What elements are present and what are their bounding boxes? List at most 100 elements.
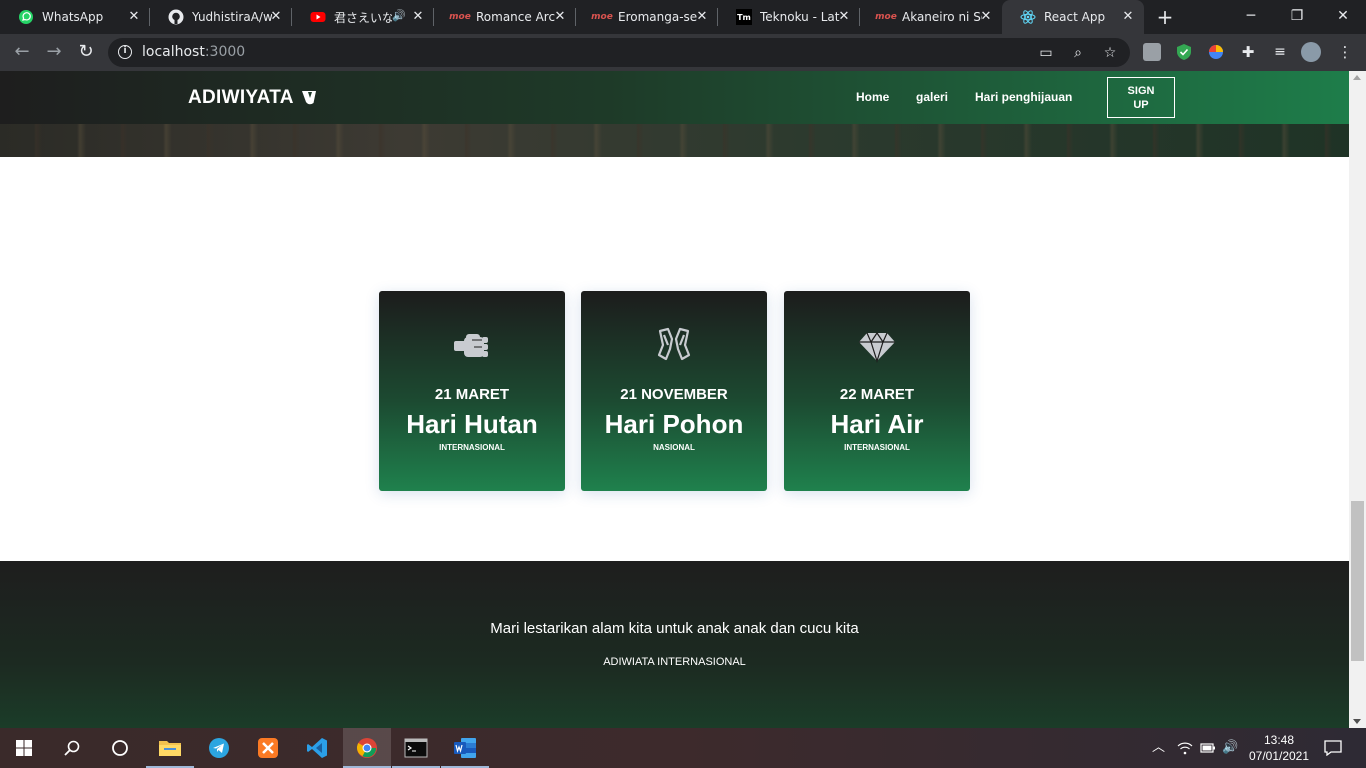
tab-youtube[interactable]: 君さえいなけ 🔊 ✕ bbox=[292, 0, 434, 34]
close-icon[interactable]: ✕ bbox=[1120, 9, 1136, 25]
forward-button[interactable]: → bbox=[44, 42, 64, 62]
back-button[interactable]: ← bbox=[12, 42, 32, 62]
search-button[interactable] bbox=[48, 728, 96, 768]
system-clock[interactable]: 13:48 07/01/2021 bbox=[1244, 732, 1314, 764]
close-icon[interactable]: ✕ bbox=[552, 9, 568, 25]
card-hari-air[interactable]: 22 MARET Hari Air INTERNASIONAL bbox=[784, 291, 970, 491]
scroll-down-arrow-icon[interactable] bbox=[1353, 719, 1361, 724]
close-icon[interactable]: ✕ bbox=[268, 9, 284, 25]
card-title: Hari Hutan bbox=[406, 409, 538, 439]
menu-kebab-icon[interactable]: ⋮ bbox=[1336, 43, 1354, 61]
tab-title: Teknoku - Late bbox=[760, 10, 840, 24]
fist-icon bbox=[454, 334, 488, 357]
close-icon[interactable]: ✕ bbox=[126, 9, 142, 25]
tab-whatsapp[interactable]: WhatsApp ✕ bbox=[0, 0, 150, 34]
shield-icon[interactable] bbox=[1175, 43, 1193, 61]
battery-icon[interactable] bbox=[1200, 728, 1216, 768]
wifi-icon[interactable] bbox=[1177, 728, 1193, 768]
url-host: localhost bbox=[142, 44, 205, 60]
close-icon[interactable]: ✕ bbox=[978, 9, 994, 25]
card-hari-hutan[interactable]: 21 MARET Hari Hutan INTERNASIONAL bbox=[379, 291, 565, 491]
extension-avatar-icon[interactable] bbox=[1143, 43, 1161, 61]
footer-message: Mari lestarikan alam kita untuk anak ana… bbox=[490, 620, 859, 637]
signup-label-line2: UP bbox=[1133, 99, 1149, 111]
tab-title: React App bbox=[1044, 10, 1106, 24]
tab-title: YudhistiraA/w bbox=[192, 10, 272, 24]
card-date: 21 MARET bbox=[434, 386, 510, 403]
tab-teknoku[interactable]: Tm Teknoku - Late ✕ bbox=[718, 0, 860, 34]
volume-icon[interactable]: 🔊 bbox=[1222, 728, 1238, 768]
media-control-icon[interactable]: ≡ bbox=[1271, 43, 1289, 61]
diamond-icon bbox=[859, 331, 895, 363]
zoom-icon[interactable]: ⌕ bbox=[1070, 45, 1086, 61]
nav-galeri[interactable]: galeri bbox=[916, 90, 948, 104]
cast-icon[interactable]: ▭ bbox=[1038, 45, 1054, 61]
notification-center-icon[interactable] bbox=[1324, 728, 1342, 768]
signup-button[interactable]: SIGN UP bbox=[1107, 77, 1175, 118]
close-icon[interactable]: ✕ bbox=[836, 9, 852, 25]
tab-eromanga[interactable]: moe Eromanga-sen ✕ bbox=[576, 0, 718, 34]
card-hari-pohon[interactable]: 21 NOVEMBER Hari Pohon NASIONAL bbox=[581, 291, 767, 491]
windows-logo-icon bbox=[16, 740, 32, 756]
word-icon bbox=[454, 738, 476, 758]
taskbar-terminal[interactable] bbox=[392, 728, 440, 768]
page-scrollbar[interactable] bbox=[1349, 71, 1366, 728]
card-date: 22 MARET bbox=[839, 386, 915, 403]
react-icon bbox=[1020, 9, 1036, 25]
close-window-button[interactable]: ✕ bbox=[1320, 0, 1366, 34]
scroll-up-arrow-icon[interactable] bbox=[1353, 75, 1361, 80]
folder-icon bbox=[159, 741, 181, 756]
taskbar-word[interactable] bbox=[441, 728, 489, 768]
moe-icon: moe bbox=[449, 12, 471, 22]
new-tab-button[interactable]: + bbox=[1155, 7, 1175, 27]
browser-toolbar: ← → ↻ i localhost:3000 ▭ ⌕ ☆ bbox=[0, 34, 1366, 71]
scrollbar-thumb[interactable] bbox=[1351, 501, 1364, 661]
brand-name: ADIWIYATA bbox=[188, 87, 294, 108]
card-title: Hari Pohon bbox=[604, 409, 744, 439]
nav-home[interactable]: Home bbox=[856, 90, 889, 104]
typo3-icon bbox=[301, 91, 316, 105]
tab-title: 君さえいなけ bbox=[334, 10, 392, 25]
terminal-icon bbox=[404, 738, 428, 758]
moe-icon: moe bbox=[591, 12, 613, 22]
taskbar-chrome[interactable] bbox=[343, 728, 391, 768]
close-icon[interactable]: ✕ bbox=[410, 9, 426, 25]
start-button[interactable] bbox=[0, 728, 48, 768]
card-subtitle: INTERNASIONAL bbox=[439, 443, 505, 452]
tab-react-app[interactable]: React App ✕ bbox=[1002, 0, 1144, 34]
signup-label-line1: SIGN bbox=[1127, 85, 1155, 97]
clock-time: 13:48 bbox=[1263, 733, 1295, 747]
tab-github[interactable]: YudhistiraA/w ✕ bbox=[150, 0, 292, 34]
bookmark-star-icon[interactable]: ☆ bbox=[1102, 45, 1118, 61]
site-navbar: ADIWIYATA Home galeri Hari penghijauan S… bbox=[0, 71, 1349, 124]
speaker-icon[interactable]: 🔊 bbox=[392, 9, 406, 22]
restore-button[interactable]: ❐ bbox=[1274, 0, 1320, 34]
site-footer: Mari lestarikan alam kita untuk anak ana… bbox=[0, 561, 1349, 728]
whatsapp-icon bbox=[18, 9, 34, 25]
clock-date: 07/01/2021 bbox=[1248, 749, 1310, 763]
reload-button[interactable]: ↻ bbox=[76, 42, 96, 62]
close-icon[interactable]: ✕ bbox=[694, 9, 710, 25]
tab-title: WhatsApp bbox=[42, 10, 104, 24]
profile-avatar[interactable] bbox=[1301, 42, 1321, 62]
minimize-button[interactable]: ─ bbox=[1228, 0, 1274, 34]
puzzle-icon[interactable]: ✚ bbox=[1239, 43, 1257, 61]
color-extension-icon[interactable] bbox=[1207, 43, 1225, 61]
tab-romance-arch[interactable]: moe Romance Arch ✕ bbox=[434, 0, 576, 34]
cortana-icon bbox=[112, 740, 128, 756]
taskbar-telegram[interactable] bbox=[195, 728, 243, 768]
info-icon[interactable]: i bbox=[118, 45, 132, 59]
nav-hari-penghijauan[interactable]: Hari penghijauan bbox=[975, 90, 1072, 104]
tray-overflow-icon[interactable]: ︿ bbox=[1152, 728, 1165, 768]
url-text[interactable]: localhost:3000 bbox=[142, 44, 245, 60]
taskbar-file-explorer[interactable] bbox=[146, 728, 194, 768]
taskbar-vscode[interactable] bbox=[293, 728, 341, 768]
xampp-icon bbox=[258, 738, 278, 758]
brand-logo[interactable]: ADIWIYATA bbox=[188, 87, 318, 109]
task-view-button[interactable] bbox=[96, 728, 144, 768]
address-bar[interactable]: i localhost:3000 ▭ ⌕ ☆ bbox=[108, 38, 1130, 67]
taskbar-xampp[interactable] bbox=[244, 728, 292, 768]
tm-icon: Tm bbox=[736, 9, 752, 25]
tab-akaneiro[interactable]: moe Akaneiro ni So ✕ bbox=[860, 0, 1002, 34]
hands-icon bbox=[657, 327, 691, 361]
